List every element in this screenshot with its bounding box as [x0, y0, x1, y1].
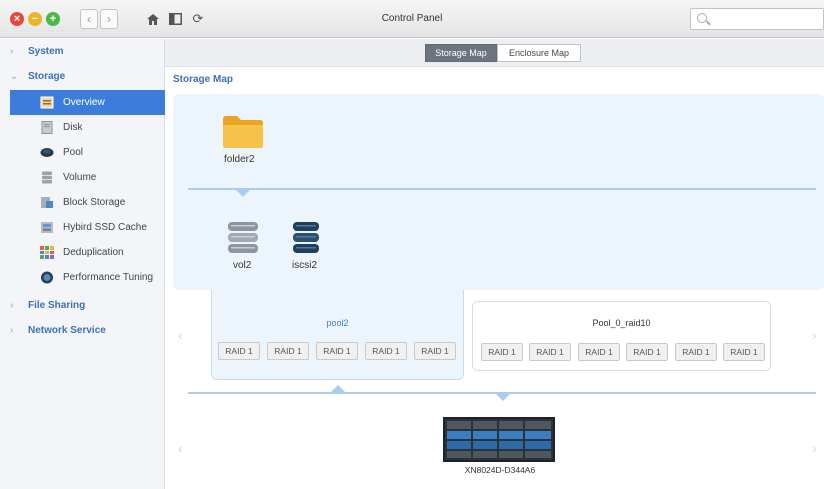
raid-group-button[interactable]: RAID 1 [414, 342, 456, 360]
sidebar-item-label: Overview [63, 97, 105, 108]
raid-group-button[interactable]: RAID 1 [723, 343, 765, 361]
pool-card-pool2[interactable]: pool2 RAID 1 RAID 1 RAID 1 RAID 1 RAID 1 [211, 290, 464, 380]
ssd-cache-icon [41, 222, 53, 233]
sidebar-item-label: Block Storage [63, 197, 126, 208]
sidebar-category-label: File Sharing [28, 300, 86, 311]
sidebar-category-label: Network Service [28, 325, 106, 336]
volume-icon [42, 171, 52, 184]
disk-icon [41, 121, 53, 134]
sidebar-item-disk[interactable]: Disk [10, 115, 165, 140]
title-bar: × − + ‹ › ⟳ Control Panel [0, 0, 824, 38]
sidebar-category-system[interactable]: › System [0, 41, 165, 63]
raid-group-button[interactable]: RAID 1 [267, 342, 309, 360]
sidebar-item-label: Pool [63, 147, 84, 158]
overview-icon [40, 96, 54, 109]
tab-bar: Storage Map Enclosure Map [165, 39, 824, 67]
page-title: Storage Map [173, 74, 234, 85]
enclosure-icon[interactable] [443, 417, 555, 462]
sidebar-item-deduplication[interactable]: Deduplication [10, 240, 165, 265]
volume-label: vol2 [233, 260, 252, 271]
chevron-right-icon: › [10, 46, 14, 57]
iscsi2-volume-icon[interactable] [292, 221, 320, 255]
sidebar-item-pool[interactable]: Pool [10, 140, 165, 165]
search-box[interactable] [690, 8, 824, 30]
raid-group-button[interactable]: RAID 1 [316, 342, 358, 360]
sidebar-item-label: Deduplication [63, 247, 124, 258]
chevron-right-icon: › [10, 325, 14, 336]
raid-group-button[interactable]: RAID 1 [481, 343, 523, 361]
volume-label: iscsi2 [292, 260, 318, 271]
deduplication-icon [40, 246, 54, 259]
sidebar-item-performance-tuning[interactable]: Performance Tuning [10, 265, 165, 290]
chevron-right-icon: › [10, 300, 14, 311]
search-icon [697, 13, 707, 23]
performance-tuning-icon [41, 271, 53, 284]
sidebar-item-volume[interactable]: Volume [10, 165, 165, 190]
chevron-down-icon: ⌄ [10, 71, 19, 82]
enclosure-label: XN8024D-D344A6 [464, 465, 536, 475]
scroll-left-arrow[interactable]: ‹ [178, 327, 183, 343]
sidebar-item-label: Disk [63, 122, 83, 133]
raid-group-button[interactable]: RAID 1 [365, 342, 407, 360]
scroll-right-arrow[interactable]: › [812, 440, 817, 456]
folder-label: folder2 [224, 154, 255, 165]
tab-storage-map[interactable]: Storage Map [425, 44, 497, 62]
storage-map-panel [173, 94, 824, 290]
connector-arrow [496, 394, 510, 401]
tab-enclosure-map[interactable]: Enclosure Map [497, 44, 581, 62]
raid-group-button[interactable]: RAID 1 [578, 343, 620, 361]
sidebar-item-label: Performance Tuning [63, 272, 154, 283]
sidebar-category-file-sharing[interactable]: › File Sharing [0, 295, 165, 317]
raid-group-button[interactable]: RAID 1 [675, 343, 717, 361]
sidebar-item-label: Hybird SSD Cache [63, 222, 147, 233]
sidebar-category-network-service[interactable]: › Network Service [0, 320, 165, 342]
pool-card-pool-0-raid10[interactable]: Pool_0_raid10 RAID 1 RAID 1 RAID 1 RAID … [472, 301, 771, 371]
raid-group-button[interactable]: RAID 1 [529, 343, 571, 361]
connector-arrow [236, 190, 250, 197]
connector-line [188, 188, 816, 190]
pool-name: Pool_0_raid10 [592, 318, 651, 328]
sidebar-category-storage[interactable]: ⌄ Storage [0, 66, 165, 88]
raid-group-button[interactable]: RAID 1 [626, 343, 668, 361]
connector-arrow [331, 385, 345, 392]
search-input[interactable] [711, 11, 819, 27]
sidebar-item-block-storage[interactable]: Block Storage [10, 190, 165, 215]
vol2-volume-icon[interactable] [227, 221, 259, 255]
scroll-left-arrow[interactable]: ‹ [178, 440, 183, 456]
sidebar-item-overview[interactable]: Overview [10, 90, 165, 115]
pool-icon [40, 148, 54, 157]
folder-icon[interactable] [222, 115, 264, 149]
sidebar-item-label: Volume [63, 172, 97, 183]
sidebar-item-hybrid-ssd-cache[interactable]: Hybird SSD Cache [10, 215, 165, 240]
pool-name: pool2 [326, 318, 349, 328]
sidebar-category-label: System [28, 46, 64, 57]
block-storage-icon [41, 197, 53, 208]
sidebar: › System ⌄ Storage Overview Disk Pool Vo… [0, 39, 165, 489]
scroll-right-arrow[interactable]: › [812, 327, 817, 343]
sidebar-category-label: Storage [28, 71, 66, 82]
raid-group-button[interactable]: RAID 1 [218, 342, 260, 360]
